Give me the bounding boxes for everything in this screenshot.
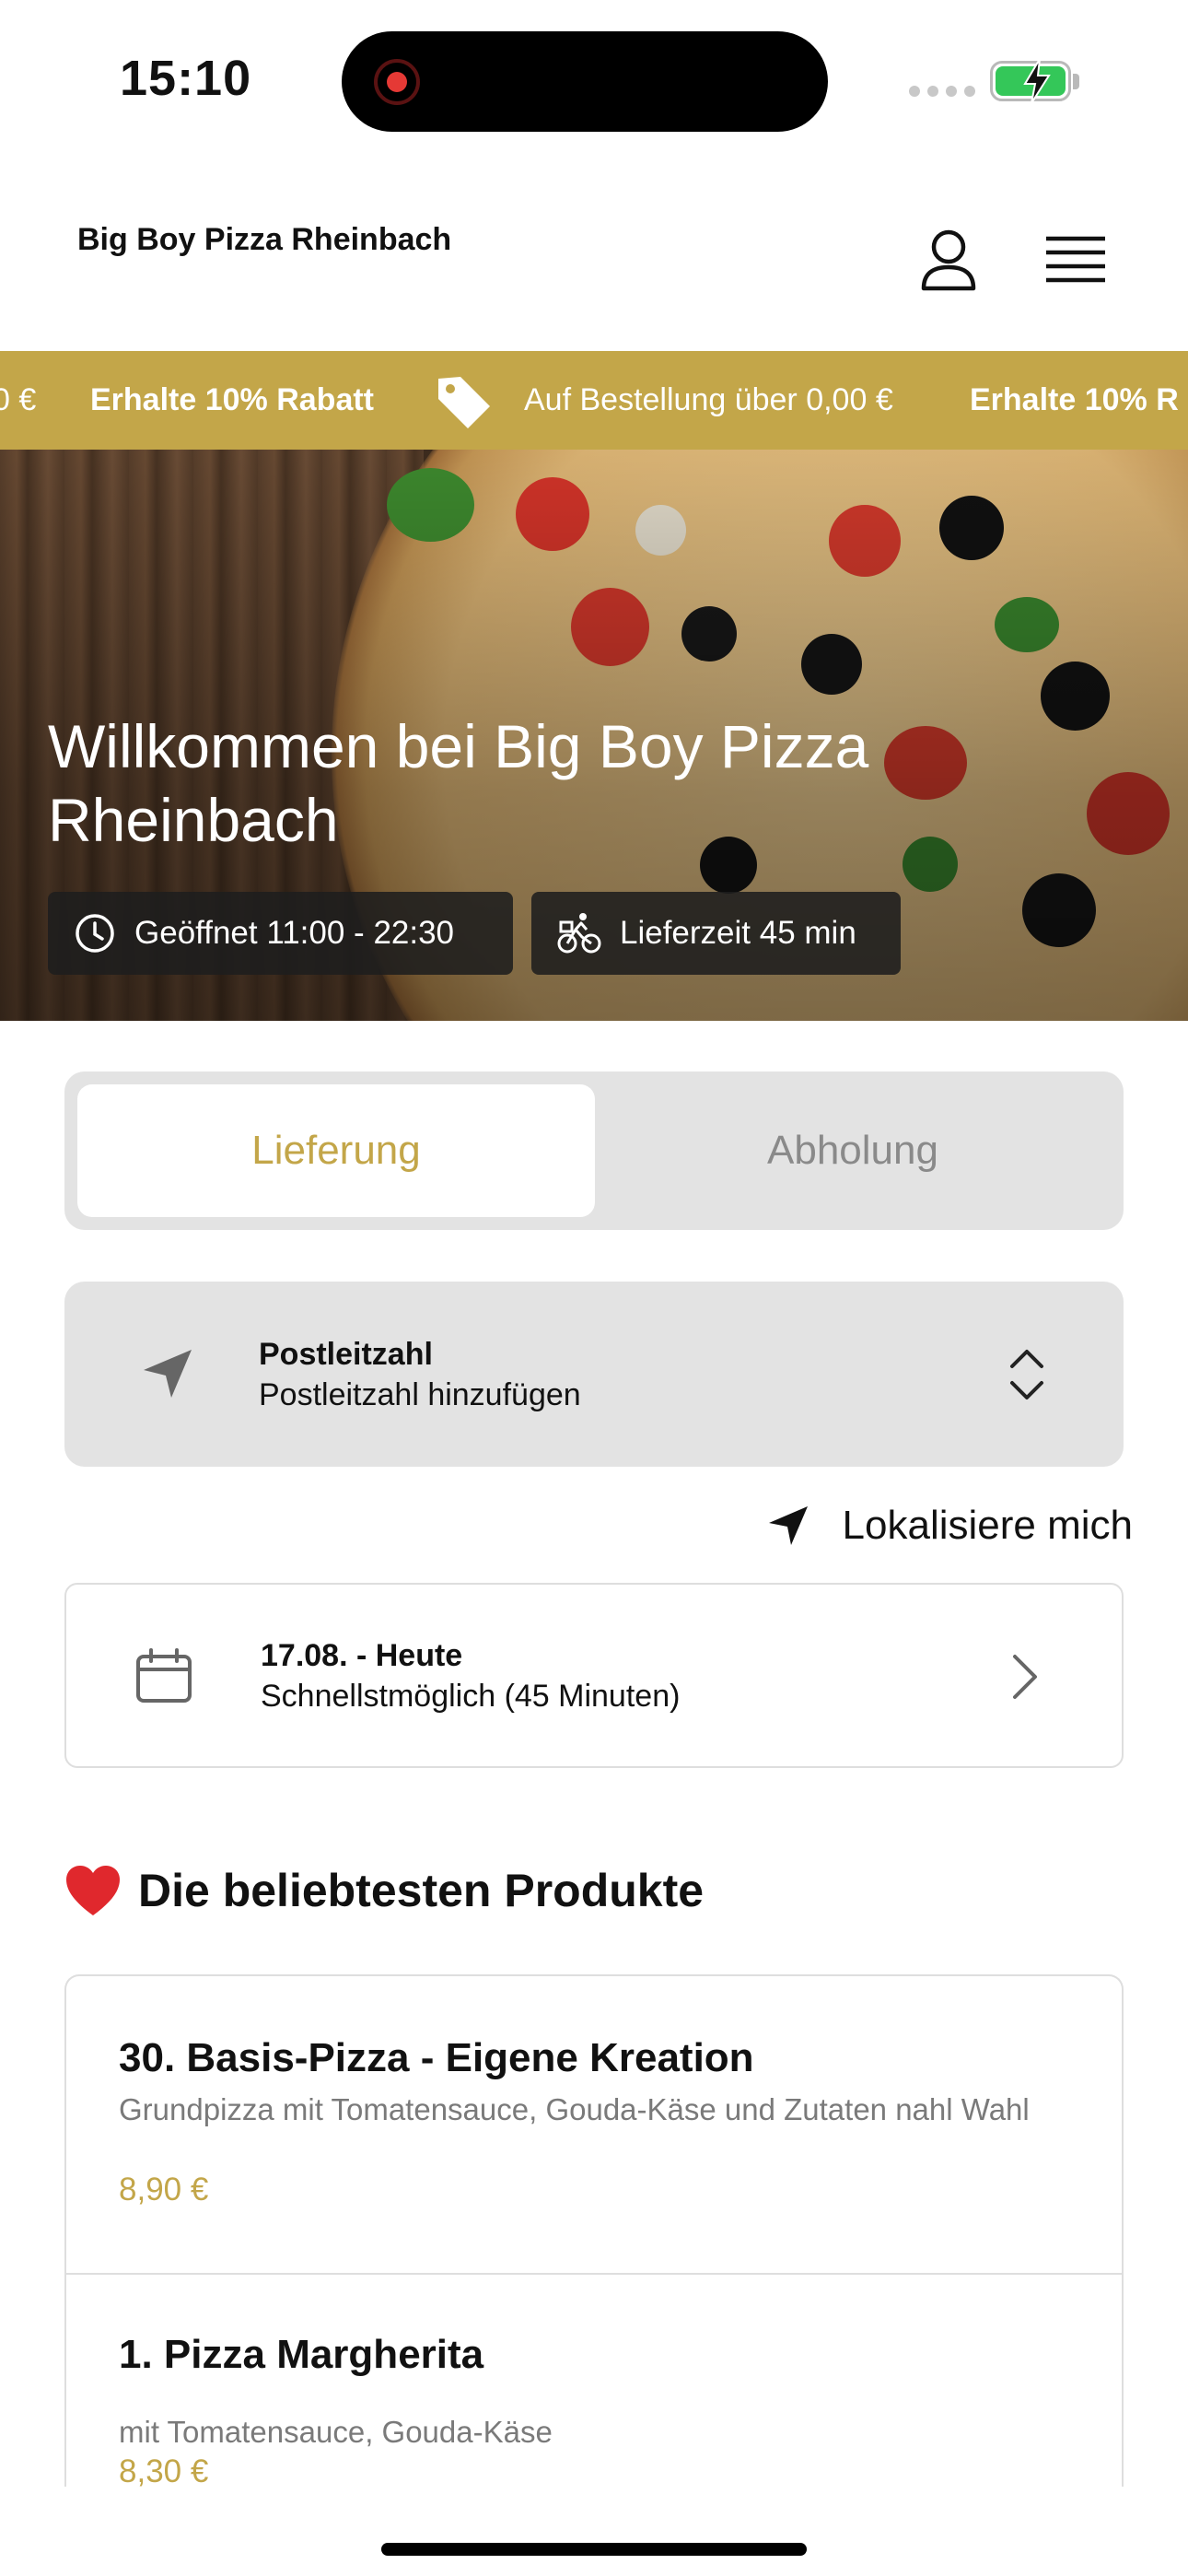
delivery-time-text: Lieferzeit 45 min (620, 915, 856, 951)
status-time: 15:10 (120, 51, 252, 106)
recording-indicator-icon (374, 59, 420, 105)
bicycle-courier-icon (557, 913, 601, 954)
product-price: 8,30 € (119, 2453, 209, 2487)
postcode-label: Postleitzahl (259, 1337, 433, 1372)
order-type-toggle: Lieferung Abholung (64, 1071, 1124, 1230)
postcode-value: Postleitzahl hinzufügen (259, 1377, 581, 1412)
product-card[interactable]: 1. Pizza Margherita mit Tomatensauce, Go… (66, 2275, 1122, 2487)
product-price: 8,90 € (119, 2172, 209, 2207)
opening-hours-badge: Geöffnet 11:00 - 22:30 (48, 892, 513, 975)
clock-icon (76, 914, 114, 953)
product-name: 30. Basis-Pizza - Eigene Kreation (119, 2035, 754, 2080)
chevron-up-down-icon (1010, 1350, 1043, 1399)
hero-title: Willkommen bei Big Boy Pizza Rheinbach (48, 712, 869, 854)
postcode-selector[interactable]: Postleitzahl Postleitzahl hinzufügen (64, 1282, 1124, 1467)
product-description: Grundpizza mit Tomatensauce, Gouda-Käse … (119, 2092, 1030, 2126)
popular-products-list: 30. Basis-Pizza - Eigene Kreation Grundp… (64, 1974, 1124, 2487)
heart-icon (66, 1866, 120, 1915)
price-tag-icon (438, 377, 490, 428)
cellular-signal-icon (909, 86, 975, 97)
tab-pickup[interactable]: Abholung (594, 1084, 1112, 1217)
charging-bolt-icon (1023, 59, 1051, 103)
locate-me-label: Lokalisiere mich (842, 1503, 1133, 1548)
delivery-date-selector[interactable]: 17.08. - Heute Schnellstmöglich (45 Minu… (64, 1583, 1124, 1768)
opening-hours-text: Geöffnet 11:00 - 22:30 (134, 915, 455, 951)
hero-banner: Willkommen bei Big Boy Pizza Rheinbach G… (0, 450, 1188, 1021)
battery-icon (990, 59, 1071, 103)
hamburger-menu-icon (1046, 236, 1105, 283)
navigation-arrow-icon (768, 1506, 808, 1545)
chevron-right-icon (1013, 1655, 1037, 1699)
product-card[interactable]: 30. Basis-Pizza - Eigene Kreation Grundp… (66, 1976, 1122, 2275)
dynamic-island (342, 31, 828, 132)
delivery-date-value: Schnellstmöglich (45 Minuten) (261, 1679, 681, 1714)
account-button[interactable] (912, 224, 985, 298)
locate-me-button[interactable]: Lokalisiere mich (746, 1496, 1133, 1555)
promo-condition-text: Auf Bestellung über 0,00 € (524, 382, 893, 417)
popular-products-title: Die beliebtesten Produkte (138, 1865, 705, 1916)
battery-cap (1073, 74, 1079, 89)
app-header: Big Boy Pizza Rheinbach (0, 161, 1188, 351)
tab-delivery[interactable]: Lieferung (77, 1084, 595, 1217)
delivery-date-label: 17.08. - Heute (261, 1638, 463, 1673)
promo-discount-text-repeat: Erhalte 10% R (970, 382, 1179, 417)
calendar-icon (136, 1648, 192, 1703)
promo-condition-fragment: 0 € (0, 382, 37, 417)
product-description: mit Tomatensauce, Gouda-Käse (119, 2415, 553, 2449)
promo-banner: 0 € Erhalte 10% Rabatt Auf Bestellung üb… (0, 351, 1188, 450)
product-name: 1. Pizza Margherita (119, 2332, 484, 2377)
home-indicator[interactable] (381, 2543, 807, 2556)
promo-marquee: 0 € Erhalte 10% Rabatt Auf Bestellung üb… (0, 351, 1188, 450)
promo-discount-text: Erhalte 10% Rabatt (90, 382, 374, 417)
delivery-time-badge: Lieferzeit 45 min (531, 892, 901, 975)
popular-products-heading: Die beliebtesten Produkte (64, 1864, 704, 1917)
person-icon (921, 229, 976, 291)
status-bar: 15:10 (0, 0, 1188, 161)
location-arrow-icon (144, 1350, 192, 1398)
menu-button[interactable] (1039, 229, 1112, 294)
restaurant-name[interactable]: Big Boy Pizza Rheinbach (77, 220, 464, 259)
